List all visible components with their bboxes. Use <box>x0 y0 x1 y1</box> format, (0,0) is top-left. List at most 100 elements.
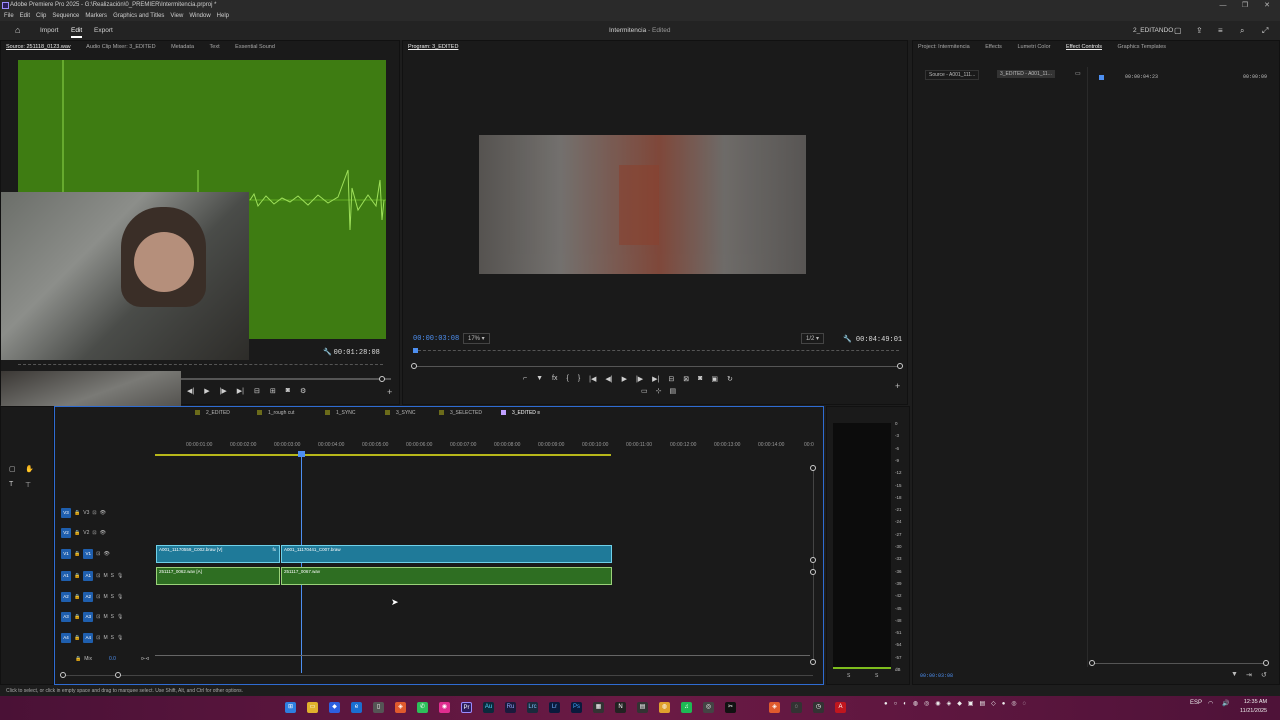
home-icon[interactable]: ⌂ <box>15 21 20 40</box>
seq-tab-3-selected[interactable]: 3_SELECTED <box>439 410 482 416</box>
safe-margins-icon[interactable]: ▭ <box>641 387 648 395</box>
out-point-icon[interactable]: } <box>578 375 580 383</box>
tab-metadata[interactable]: Metadata <box>171 41 194 53</box>
tab-import[interactable]: Import <box>40 21 58 40</box>
mic-icon[interactable]: 🎙 <box>117 635 123 641</box>
windows-start-icon[interactable]: ⊞ <box>285 702 296 713</box>
eye-icon[interactable]: 👁 <box>100 510 106 516</box>
audition-icon[interactable]: Au <box>483 702 494 713</box>
calculator-icon[interactable]: ▦ <box>593 702 604 713</box>
eye-icon[interactable]: 👁 <box>103 551 109 557</box>
tab-edit[interactable]: Edit <box>71 21 83 38</box>
maximize-button[interactable]: ❐ <box>1234 0 1256 11</box>
fx-icon[interactable]: fx <box>552 375 557 383</box>
reset-icon[interactable]: ↺ <box>1261 671 1267 679</box>
menu-graphics[interactable]: Graphics and Titles <box>113 11 164 21</box>
mute-icon[interactable]: M <box>103 573 107 579</box>
meter-solo-right[interactable]: S <box>875 673 878 679</box>
program-title[interactable]: Program: 3_EDITED <box>408 41 458 53</box>
lightroom-classic-icon[interactable]: Lrc <box>527 702 538 713</box>
app-grid-icon[interactable]: ▤ <box>637 702 648 713</box>
wrench-icon[interactable]: 🔧 <box>323 349 332 356</box>
share-icon[interactable]: ⇪ <box>1196 21 1203 40</box>
effects-zoom-scrollbar[interactable] <box>1089 660 1269 666</box>
mark-in-icon[interactable]: ⌐ <box>523 375 527 383</box>
timeline-ruler[interactable]: 00:00:01:00 00:00:02:00 00:00:03:00 00:0… <box>155 442 815 454</box>
tab-effects[interactable]: Effects <box>985 41 1002 53</box>
brave-2-icon[interactable]: ◈ <box>769 702 780 713</box>
add-button-icon[interactable]: + <box>895 381 900 391</box>
eye-icon[interactable]: 👁 <box>100 530 106 536</box>
tab-source[interactable]: Source: 251118_0123.wav <box>6 41 71 53</box>
menu-window[interactable]: Window <box>189 11 210 21</box>
rectangle-tool-icon[interactable]: ▢ <box>9 465 16 473</box>
timeline-horizontal-scrollbar[interactable] <box>60 672 813 678</box>
go-to-out-icon[interactable]: ▶| <box>237 387 244 395</box>
sync-icon[interactable]: ⊡ <box>92 530 96 536</box>
menu-markers[interactable]: Markers <box>85 11 107 21</box>
solo-icon[interactable]: S <box>111 614 114 620</box>
lift-icon[interactable]: ⊟ <box>668 375 674 383</box>
sequence-clip-tab[interactable]: 3_EDITED - A001_11... <box>997 70 1055 78</box>
vpn-icon[interactable]: ◌ <box>791 702 802 713</box>
photoshop-icon[interactable]: Ps <box>571 702 582 713</box>
search-icon[interactable]: ⌕ <box>1240 21 1244 40</box>
extract-icon[interactable]: ⊠ <box>683 375 689 383</box>
lock-icon[interactable]: 🔒 <box>74 635 80 641</box>
browser-icon[interactable]: ◉ <box>439 702 450 713</box>
sync-icon[interactable]: ⊡ <box>96 594 100 600</box>
sync-icon[interactable]: ⊡ <box>96 551 100 557</box>
brave-icon[interactable]: ◈ <box>395 702 406 713</box>
seq-tab-2-edited[interactable]: 2_EDITED <box>195 410 230 416</box>
clip-a1-a[interactable]: 251117_0062.wav [A] <box>156 567 280 585</box>
seq-tab-1-sync[interactable]: 1_SYNC <box>325 410 355 416</box>
grid-icon[interactable]: ⊹ <box>656 387 662 395</box>
marker-icon[interactable]: ▼ <box>536 375 543 383</box>
tab-lumetri[interactable]: Lumetri Color <box>1017 41 1050 53</box>
program-scrollbar[interactable] <box>411 363 903 369</box>
lock-icon[interactable]: 🔒 <box>74 510 80 516</box>
language-indicator[interactable]: ESP <box>1190 700 1202 706</box>
mute-icon[interactable]: M <box>103 635 107 641</box>
app-icon[interactable]: ▯ <box>373 702 384 713</box>
resolution-dropdown[interactable]: 1/2 ▾ <box>801 333 825 344</box>
tab-essential-sound[interactable]: Essential Sound <box>235 41 275 53</box>
lock-icon[interactable]: 🔒 <box>74 530 80 536</box>
sync-icon[interactable]: ⊡ <box>96 635 100 641</box>
vertical-type-tool-icon[interactable]: ⊤ <box>25 481 31 489</box>
wifi-icon[interactable]: ◠ <box>1208 700 1213 707</box>
comparison-icon[interactable]: ▣ <box>711 375 718 383</box>
lock-icon[interactable]: 🔒 <box>75 656 81 662</box>
mute-icon[interactable]: M <box>103 614 107 620</box>
menu-view[interactable]: View <box>170 11 183 21</box>
source-scrollbar[interactable] <box>181 376 391 382</box>
timeline-vertical-scrollbar[interactable] <box>810 465 816 665</box>
filter-icon[interactable]: ▼ <box>1231 671 1238 678</box>
mix-nav-icon[interactable]: ⊳⊲ <box>141 656 149 662</box>
loop-icon[interactable]: ↻ <box>727 375 733 383</box>
lock-icon[interactable]: 🔒 <box>74 551 80 557</box>
meter-solo-left[interactable]: S <box>847 673 850 679</box>
zoom-dropdown[interactable]: 17% ▾ <box>463 333 490 344</box>
effects-playhead[interactable] <box>1099 75 1104 80</box>
settings-wheel-icon[interactable]: ⚙ <box>300 387 306 395</box>
clip-v1-a[interactable]: A001_11170559_C002.braw [V] fx <box>156 545 280 563</box>
sync-icon[interactable]: ⊡ <box>96 614 100 620</box>
mic-icon[interactable]: 🎙 <box>117 573 123 579</box>
vr-icon[interactable]: ▤ <box>670 387 677 395</box>
menu-clip[interactable]: Clip <box>36 11 46 21</box>
source-clip-tab[interactable]: Source - A001_111... <box>925 70 980 80</box>
panel-icon[interactable]: ▢ <box>1174 21 1182 40</box>
obs-icon[interactable]: ◎ <box>703 702 714 713</box>
mute-icon[interactable]: M <box>103 594 107 600</box>
mix-value[interactable]: 0.0 <box>109 656 116 662</box>
settings-icon[interactable]: ≡ <box>1218 21 1223 40</box>
solo-icon[interactable]: S <box>111 594 114 600</box>
acrobat-icon[interactable]: A <box>835 702 846 713</box>
export-frame-icon[interactable]: ◙ <box>698 375 702 383</box>
store-icon[interactable]: ◆ <box>329 702 340 713</box>
lock-icon[interactable]: 🔒 <box>74 573 80 579</box>
seq-tab-3-edited[interactable]: 3_EDITED ≡ <box>501 410 540 416</box>
menu-edit[interactable]: Edit <box>20 11 30 21</box>
sync-icon[interactable]: ⊡ <box>96 573 100 579</box>
